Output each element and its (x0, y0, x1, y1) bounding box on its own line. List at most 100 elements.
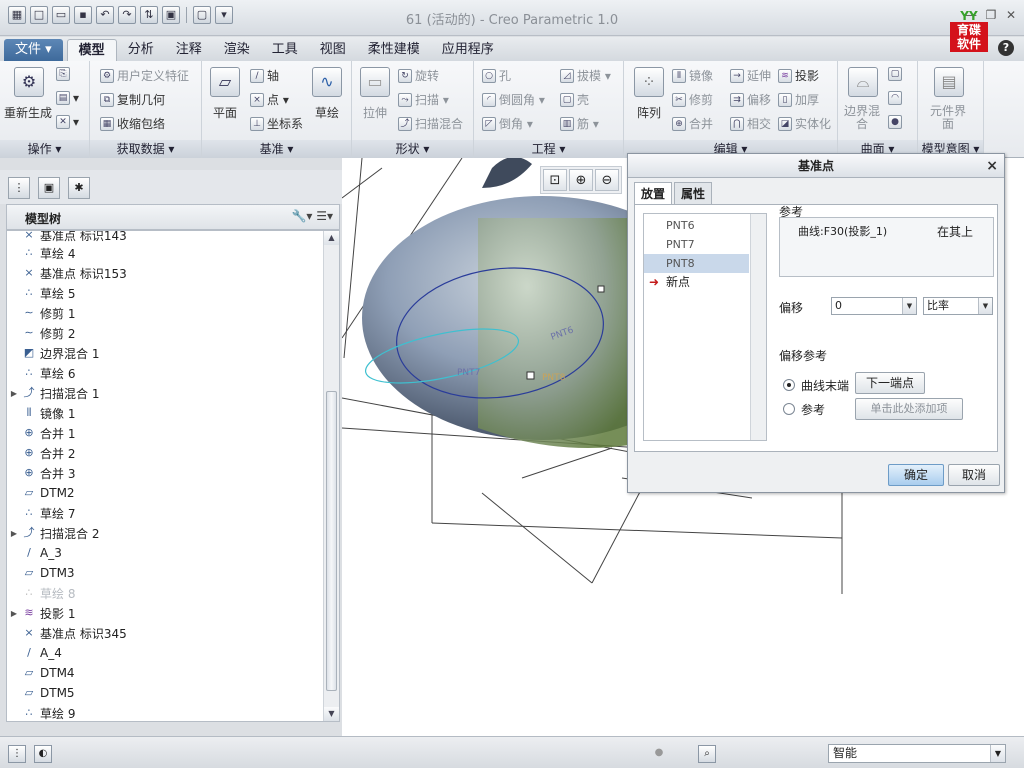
tree-item[interactable]: ⫴ 镜像 1 (7, 403, 76, 423)
fill-icon[interactable]: ● (888, 115, 902, 129)
tree-item[interactable]: / A_3 (7, 543, 62, 563)
model-tree-tab-icon[interactable]: ⋮ (8, 177, 30, 199)
refit-icon[interactable]: ⊡ (543, 169, 567, 191)
sketch-icon[interactable]: ∿ (312, 67, 342, 97)
group-datum-label[interactable]: 基准 ▾ (202, 140, 351, 158)
plane-label[interactable]: 平面 (206, 107, 244, 120)
model-tree-scrollbar[interactable]: ▲ ▼ (323, 231, 339, 721)
tree-item[interactable]: ∴ 草绘 4 (7, 243, 76, 263)
tree-item[interactable]: ∴ 草绘 5 (7, 283, 76, 303)
mirror-button[interactable]: ⫴ 镜像 (672, 67, 713, 84)
round-button[interactable]: ◜ 倒圆角 ▾ (482, 91, 545, 108)
group-operations-label[interactable]: 操作 ▾ (0, 140, 89, 158)
rib-button[interactable]: ▥ 筋 ▾ (560, 115, 599, 132)
pattern-icon[interactable]: ⁘ (634, 67, 664, 97)
trim-button[interactable]: ✂ 修剪 (672, 91, 713, 108)
tab-analysis[interactable]: 分析 (117, 39, 165, 61)
tree-item[interactable]: ∼ 修剪 1 (7, 303, 75, 323)
tree-item[interactable]: ▶ ⤴ 扫描混合 1 (7, 383, 100, 403)
shrinkwrap-button[interactable]: ▦ 收缩包络 (100, 115, 165, 132)
draft-button[interactable]: ◿ 拔模 ▾ (560, 67, 611, 84)
tree-item[interactable]: ▶ ≋ 投影 1 (7, 603, 76, 623)
reference-radio-label[interactable]: 参考 (801, 401, 825, 418)
scroll-thumb[interactable] (326, 391, 337, 691)
style-icon[interactable]: ◠ (888, 91, 902, 105)
selection-filter[interactable]: 智能 ▼ (828, 744, 1006, 763)
delete-icon[interactable]: ✕ (56, 115, 70, 129)
paste-icon[interactable]: ▤ (56, 91, 70, 105)
tab-properties[interactable]: 属性 (674, 182, 713, 204)
tree-item[interactable]: ▱ DTM2 (7, 483, 75, 503)
sketch-label[interactable]: 草绘 (308, 107, 346, 120)
offset-mode-select[interactable]: 比率 ▼ (923, 297, 993, 315)
axis-button[interactable]: / 轴 (250, 67, 279, 84)
scroll-up-icon[interactable]: ▲ (324, 231, 339, 245)
revolve-button[interactable]: ↻ 旋转 (398, 67, 439, 84)
tree-item[interactable]: / A_4 (7, 643, 62, 663)
tree-item[interactable]: × 基准点 标识345 (7, 623, 126, 643)
next-end-button[interactable]: 下一端点 (855, 372, 925, 394)
pattern-label[interactable]: 阵列 (630, 107, 668, 120)
component-interface-label[interactable]: 元件界面 (928, 105, 968, 131)
close-icon[interactable]: ✕ (1004, 8, 1018, 22)
tree-item[interactable]: ∴ 草绘 7 (7, 503, 76, 523)
tree-item[interactable]: ◩ 边界混合 1 (7, 343, 100, 363)
chevron-down-icon[interactable]: ▼ (902, 298, 916, 314)
point-list-item[interactable]: PNT6 (644, 216, 749, 235)
tree-item[interactable]: ∴ 草绘 9 (7, 703, 76, 721)
point-list-item-selected[interactable]: PNT8 (644, 254, 749, 273)
reference-type[interactable]: 在其上 (937, 223, 973, 240)
extrude-label[interactable]: 拉伸 (356, 107, 394, 120)
browser-toggle-icon[interactable]: ◐ (34, 745, 52, 763)
scroll-down-icon[interactable]: ▼ (324, 707, 339, 721)
group-get-data-label[interactable]: 获取数据 ▾ (90, 140, 201, 158)
add-reference-collector[interactable]: 单击此处添加项 (855, 398, 963, 420)
merge-button[interactable]: ⊕ 合并 (672, 115, 713, 132)
swept-blend-button[interactable]: ⤴ 扫描混合 (398, 115, 463, 132)
tree-item[interactable]: ▶ ⤴ 扫描混合 2 (7, 523, 100, 543)
reference-collector[interactable]: 曲线:F30(投影_1) 在其上 (779, 217, 994, 277)
tree-item[interactable]: ∼ 修剪 2 (7, 323, 75, 343)
boundary-blend-icon[interactable]: ⌓ (848, 67, 878, 97)
plane-icon[interactable]: ▱ (210, 67, 240, 97)
solidify-button[interactable]: ◪ 实体化 (778, 115, 831, 132)
zoom-out-icon[interactable]: ⊖ (595, 169, 619, 191)
zoom-in-icon[interactable]: ⊕ (569, 169, 593, 191)
copy-geometry-button[interactable]: ⧉ 复制几何 (100, 91, 165, 108)
group-shapes-label[interactable]: 形状 ▾ (352, 140, 473, 158)
curve-end-radio[interactable] (783, 379, 795, 391)
tree-item[interactable]: ▱ DTM3 (7, 563, 75, 583)
chamfer-button[interactable]: ◸ 倒角 ▾ (482, 115, 533, 132)
tab-model[interactable]: 模型 (66, 39, 117, 61)
chevron-down-icon[interactable]: ▼ (990, 745, 1005, 762)
tree-item[interactable]: ▱ DTM5 (7, 683, 75, 703)
cancel-button[interactable]: 取消 (948, 464, 1000, 486)
find-icon[interactable]: ⌕ (698, 745, 716, 763)
tab-applications[interactable]: 应用程序 (431, 39, 505, 61)
new-point-item[interactable]: ➜ 新点 (644, 273, 749, 292)
offset-button[interactable]: ⇉ 偏移 (730, 91, 771, 108)
tab-file[interactable]: 文件 ▾ (4, 39, 63, 61)
curve-end-label[interactable]: 曲线末端 (801, 377, 849, 394)
hole-button[interactable]: ○ 孔 (482, 67, 511, 84)
intersect-button[interactable]: ⋂ 相交 (730, 115, 771, 132)
model-tree-settings-icon[interactable]: 🔧▾ ☰▾ (291, 209, 333, 223)
group-engineering-label[interactable]: 工程 ▾ (474, 140, 623, 158)
point-list-scrollbar[interactable] (750, 214, 766, 440)
freestyle-icon[interactable]: ▢ (888, 67, 902, 81)
reference-radio[interactable] (783, 403, 795, 415)
tab-render[interactable]: 渲染 (213, 39, 261, 61)
point-list-item[interactable]: PNT7 (644, 235, 749, 254)
favorites-tab-icon[interactable]: ✱ (68, 177, 90, 199)
boundary-blend-label[interactable]: 边界混合 (844, 105, 880, 131)
offset-input[interactable]: 0 ▼ (831, 297, 917, 315)
reference-value[interactable]: 曲线:F30(投影_1) (798, 223, 887, 239)
extend-button[interactable]: → 延伸 (730, 67, 771, 84)
tree-item[interactable]: ⊕ 合并 1 (7, 423, 75, 443)
regenerate-big-icon[interactable]: ⚙ (14, 67, 44, 97)
copy-icon[interactable]: ⎘ (56, 67, 70, 81)
regenerate-label[interactable]: 重新生成 (4, 107, 52, 120)
tree-item[interactable]: × 基准点 标识153 (7, 263, 126, 283)
tree-item[interactable]: ∴ 草绘 8 (7, 583, 76, 603)
thicken-button[interactable]: ▯ 加厚 (778, 91, 819, 108)
